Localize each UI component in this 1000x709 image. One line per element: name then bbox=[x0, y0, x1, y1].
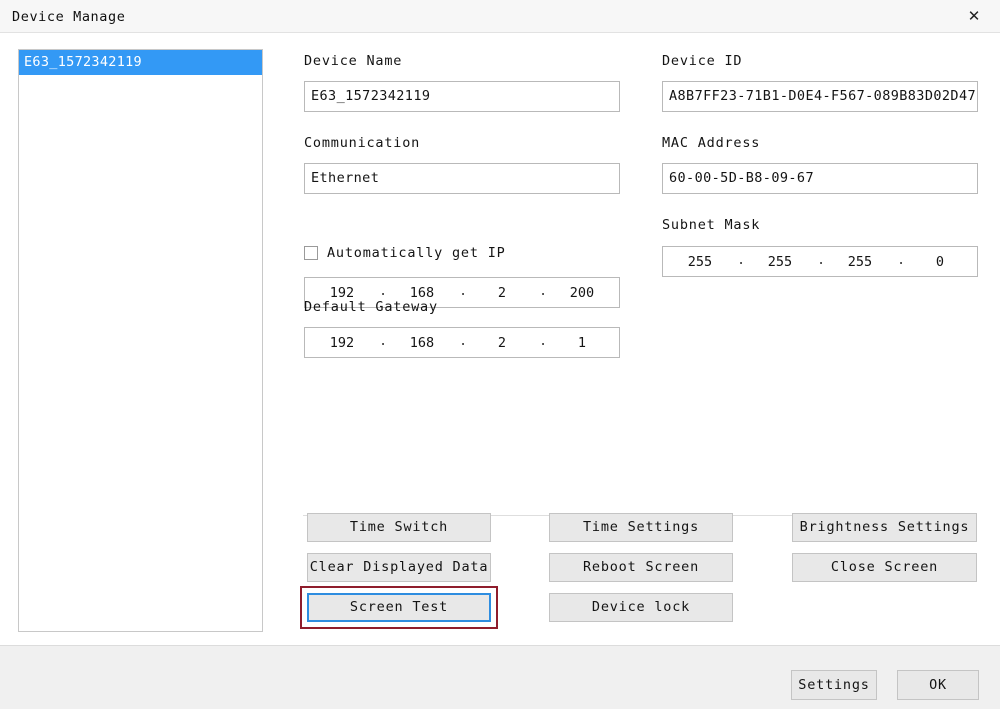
communication-field[interactable]: Ethernet bbox=[304, 163, 620, 194]
mac-address-label: MAC Address bbox=[662, 135, 761, 151]
ok-button[interactable]: OK bbox=[897, 670, 979, 700]
subnet-octet-4[interactable]: 0 bbox=[903, 254, 977, 270]
reboot-screen-button[interactable]: Reboot Screen bbox=[549, 553, 733, 582]
communication-label: Communication bbox=[304, 135, 421, 151]
window-title: Device Manage bbox=[12, 9, 126, 25]
window-titlebar: Device Manage ✕ bbox=[0, 0, 1000, 33]
dialog-content: E63_1572342119 Device Name E63_157234211… bbox=[0, 33, 1000, 645]
ip-octet-4[interactable]: 200 bbox=[545, 285, 619, 301]
gateway-octet-1[interactable]: 192 bbox=[305, 335, 379, 351]
default-gateway-field[interactable]: 192 . 168 . 2 . 1 bbox=[304, 327, 620, 358]
subnet-octet-2[interactable]: 255 bbox=[743, 254, 817, 270]
dialog-footer: Settings OK bbox=[0, 645, 1000, 709]
subnet-mask-label: Subnet Mask bbox=[662, 217, 761, 233]
ip-octet-3[interactable]: 2 bbox=[465, 285, 539, 301]
device-list[interactable]: E63_1572342119 bbox=[18, 49, 263, 632]
gateway-octet-4[interactable]: 1 bbox=[545, 335, 619, 351]
auto-get-ip-checkbox[interactable]: Automatically get IP bbox=[304, 245, 506, 261]
auto-get-ip-label: Automatically get IP bbox=[327, 245, 506, 261]
time-settings-button[interactable]: Time Settings bbox=[549, 513, 733, 542]
settings-button[interactable]: Settings bbox=[791, 670, 877, 700]
close-screen-button[interactable]: Close Screen bbox=[792, 553, 977, 582]
device-name-label: Device Name bbox=[304, 53, 403, 69]
brightness-settings-button[interactable]: Brightness Settings bbox=[792, 513, 977, 542]
device-name-field[interactable]: E63_1572342119 bbox=[304, 81, 620, 112]
subnet-mask-field[interactable]: 255 . 255 . 255 . 0 bbox=[662, 246, 978, 277]
clear-displayed-data-button[interactable]: Clear Displayed Data bbox=[307, 553, 491, 582]
default-gateway-label: Default Gateway bbox=[304, 299, 438, 315]
list-item[interactable]: E63_1572342119 bbox=[19, 50, 262, 75]
device-lock-button[interactable]: Device lock bbox=[549, 593, 733, 622]
checkbox-icon[interactable] bbox=[304, 246, 318, 260]
device-id-field[interactable]: A8B7FF23-71B1-D0E4-F567-089B83D02D47 bbox=[662, 81, 978, 112]
device-id-label: Device ID bbox=[662, 53, 743, 69]
gateway-octet-2[interactable]: 168 bbox=[385, 335, 459, 351]
close-icon[interactable]: ✕ bbox=[954, 0, 994, 32]
subnet-octet-1[interactable]: 255 bbox=[663, 254, 737, 270]
time-switch-button[interactable]: Time Switch bbox=[307, 513, 491, 542]
gateway-octet-3[interactable]: 2 bbox=[465, 335, 539, 351]
mac-address-field[interactable]: 60-00-5D-B8-09-67 bbox=[662, 163, 978, 194]
screen-test-button[interactable]: Screen Test bbox=[307, 593, 491, 622]
subnet-octet-3[interactable]: 255 bbox=[823, 254, 897, 270]
